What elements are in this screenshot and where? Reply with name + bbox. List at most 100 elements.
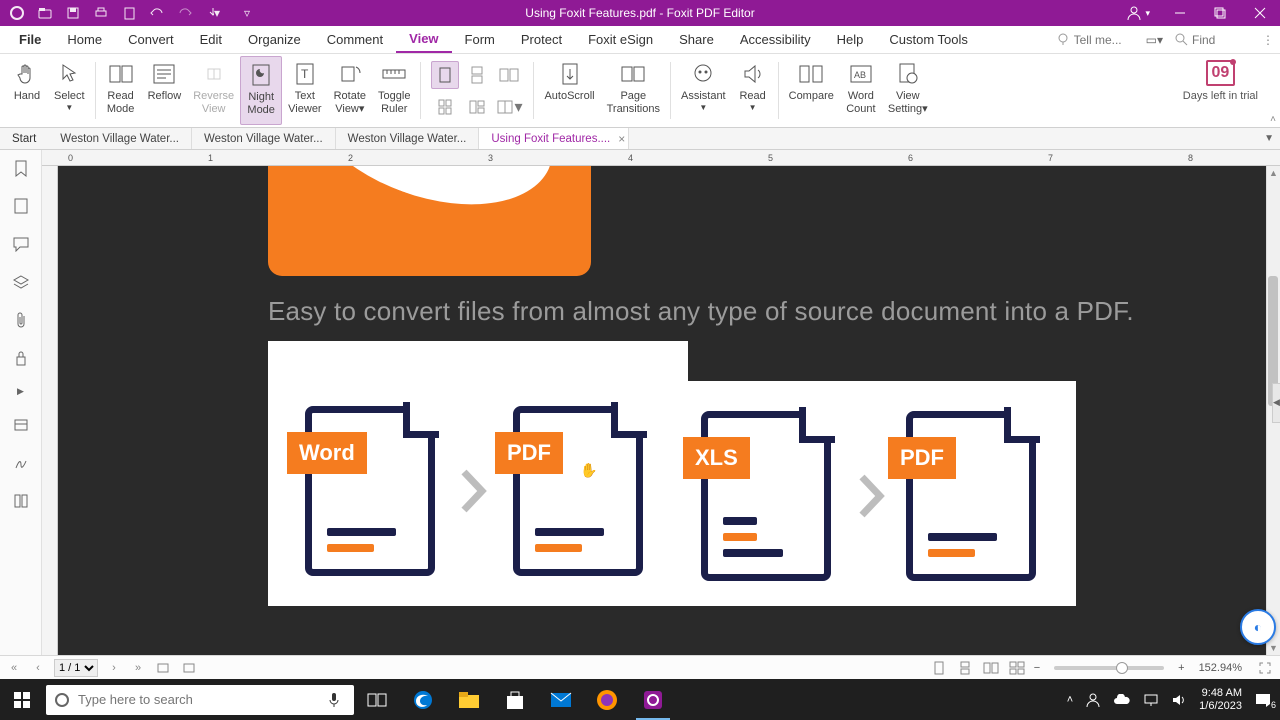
start-button[interactable]	[0, 679, 44, 720]
menu-accessibility[interactable]: Accessibility	[727, 26, 824, 53]
save-icon[interactable]	[66, 6, 80, 20]
network-icon[interactable]	[1143, 693, 1159, 707]
last-page-button[interactable]: »	[130, 662, 146, 674]
attachments-icon[interactable]	[11, 310, 31, 330]
menu-organize[interactable]: Organize	[235, 26, 314, 53]
select-tool-button[interactable]: Select▼	[48, 56, 91, 125]
page-number-select[interactable]: 1 / 1	[54, 659, 98, 677]
continuous-facing-button[interactable]	[431, 93, 459, 121]
document-tab[interactable]: Weston Village Water...	[192, 128, 336, 149]
night-mode-button[interactable]: NightMode	[240, 56, 282, 125]
reverse-view-button[interactable]: ReverseView	[187, 56, 240, 125]
onedrive-icon[interactable]	[1113, 694, 1131, 706]
bookmarks-icon[interactable]	[11, 158, 31, 178]
taskbar-search[interactable]	[46, 685, 354, 715]
hand-tool-button[interactable]: Hand	[6, 56, 48, 125]
menu-help[interactable]: Help	[824, 26, 877, 53]
tab-overflow-button[interactable]: ▼	[1264, 133, 1274, 144]
undo-icon[interactable]	[150, 6, 164, 20]
print-icon[interactable]	[94, 6, 108, 20]
people-icon[interactable]	[1085, 692, 1101, 708]
view-setting-button[interactable]: ViewSetting▾	[882, 56, 934, 125]
menu-file[interactable]: File	[6, 26, 54, 53]
rotate-view-button[interactable]: RotateView▾	[328, 56, 372, 125]
start-tab[interactable]: Start	[0, 133, 48, 145]
page-transitions-button[interactable]: PageTransitions	[601, 56, 666, 125]
touch-mode-icon[interactable]: ▾	[206, 6, 220, 20]
zoom-slider[interactable]	[1054, 666, 1164, 670]
signatures-icon[interactable]	[11, 453, 31, 473]
facing-page-button[interactable]	[495, 61, 523, 89]
facing-view-button[interactable]	[982, 659, 1000, 677]
menu-edit[interactable]: Edit	[187, 26, 235, 53]
single-page-view-button[interactable]	[930, 659, 948, 677]
read-mode-button[interactable]: ReadMode	[100, 56, 142, 125]
close-tab-icon[interactable]: ×	[618, 132, 625, 146]
tell-me-input[interactable]	[1074, 33, 1134, 47]
menu-comment[interactable]: Comment	[314, 26, 396, 53]
close-button[interactable]	[1240, 0, 1280, 26]
tray-overflow-icon[interactable]: ˄	[1067, 694, 1073, 706]
toggle-ruler-button[interactable]: ToggleRuler	[372, 56, 416, 125]
open-icon[interactable]	[38, 6, 52, 20]
find-box[interactable]	[1175, 33, 1252, 47]
read-aloud-button[interactable]: Read▼	[732, 56, 774, 125]
view-switcher-icon[interactable]: ▭▾	[1146, 33, 1163, 47]
menu-overflow-icon[interactable]: ⋮	[1262, 33, 1274, 47]
cover-page-button[interactable]	[463, 93, 491, 121]
taskbar-app-edge[interactable]	[400, 679, 446, 720]
next-page-button[interactable]: ›	[106, 662, 122, 674]
split-view-button[interactable]: ▾	[495, 93, 523, 121]
continuous-facing-view-button[interactable]	[1008, 659, 1026, 677]
layers-icon[interactable]	[11, 272, 31, 292]
compare-button[interactable]: Compare	[783, 56, 840, 125]
text-viewer-button[interactable]: TTextViewer	[282, 56, 327, 125]
assistant-button[interactable]: Assistant▼	[675, 56, 732, 125]
assistant-bubble[interactable]: ◐	[1240, 609, 1276, 645]
autoscroll-button[interactable]: AutoScroll	[538, 56, 600, 125]
document-tab[interactable]: Weston Village Water...	[48, 128, 192, 149]
tell-me-search[interactable]	[1057, 33, 1134, 47]
continuous-view-button[interactable]	[956, 659, 974, 677]
continuous-page-button[interactable]	[463, 61, 491, 89]
comments-icon[interactable]	[11, 234, 31, 254]
document-viewport[interactable]: Easy to convert files from almost any ty…	[58, 166, 1280, 655]
minimize-button[interactable]	[1160, 0, 1200, 26]
document-tab[interactable]: Weston Village Water...	[336, 128, 480, 149]
menu-form[interactable]: Form	[452, 26, 508, 53]
menu-protect[interactable]: Protect	[508, 26, 575, 53]
volume-icon[interactable]	[1171, 693, 1187, 707]
right-pane-handle[interactable]: ◀	[1272, 383, 1280, 423]
word-count-button[interactable]: ABWordCount	[840, 56, 882, 125]
prev-page-button[interactable]: ‹	[30, 662, 46, 674]
taskbar-app-mail[interactable]	[538, 679, 584, 720]
document-tab[interactable]: Using Foxit Features....×	[479, 128, 629, 149]
mic-icon[interactable]	[328, 692, 346, 708]
menu-view[interactable]: View	[396, 26, 451, 53]
fullscreen-button[interactable]	[1256, 659, 1274, 677]
taskbar-app-foxit[interactable]	[630, 679, 676, 720]
pages-icon[interactable]	[11, 196, 31, 216]
taskbar-clock[interactable]: 9:48 AM 1/6/2023	[1199, 687, 1242, 711]
single-page-button[interactable]	[431, 61, 459, 89]
zoom-out-button[interactable]: −	[1034, 662, 1040, 674]
maximize-button[interactable]	[1200, 0, 1240, 26]
qat-more-icon[interactable]: ▿	[240, 6, 254, 20]
security-icon[interactable]	[11, 348, 31, 368]
zoom-knob[interactable]	[1116, 662, 1128, 674]
user-menu[interactable]: ▾	[1125, 4, 1150, 22]
menu-home[interactable]: Home	[54, 26, 115, 53]
notifications-icon[interactable]: 6	[1254, 692, 1272, 708]
reflow-button[interactable]: Reflow	[142, 56, 188, 125]
menu-esign[interactable]: Foxit eSign	[575, 26, 666, 53]
taskbar-search-input[interactable]	[78, 692, 320, 707]
ribbon-collapse-button[interactable]: ˄	[1270, 114, 1276, 125]
prev-view-button[interactable]	[154, 659, 172, 677]
fields-icon[interactable]	[11, 415, 31, 435]
pane-expander[interactable]: ▶	[17, 386, 24, 397]
find-input[interactable]	[1192, 33, 1252, 47]
menu-custom-tools[interactable]: Custom Tools	[876, 26, 981, 53]
next-view-button[interactable]	[180, 659, 198, 677]
trial-indicator[interactable]: 09 Days left in trial	[1183, 60, 1258, 102]
menu-convert[interactable]: Convert	[115, 26, 187, 53]
